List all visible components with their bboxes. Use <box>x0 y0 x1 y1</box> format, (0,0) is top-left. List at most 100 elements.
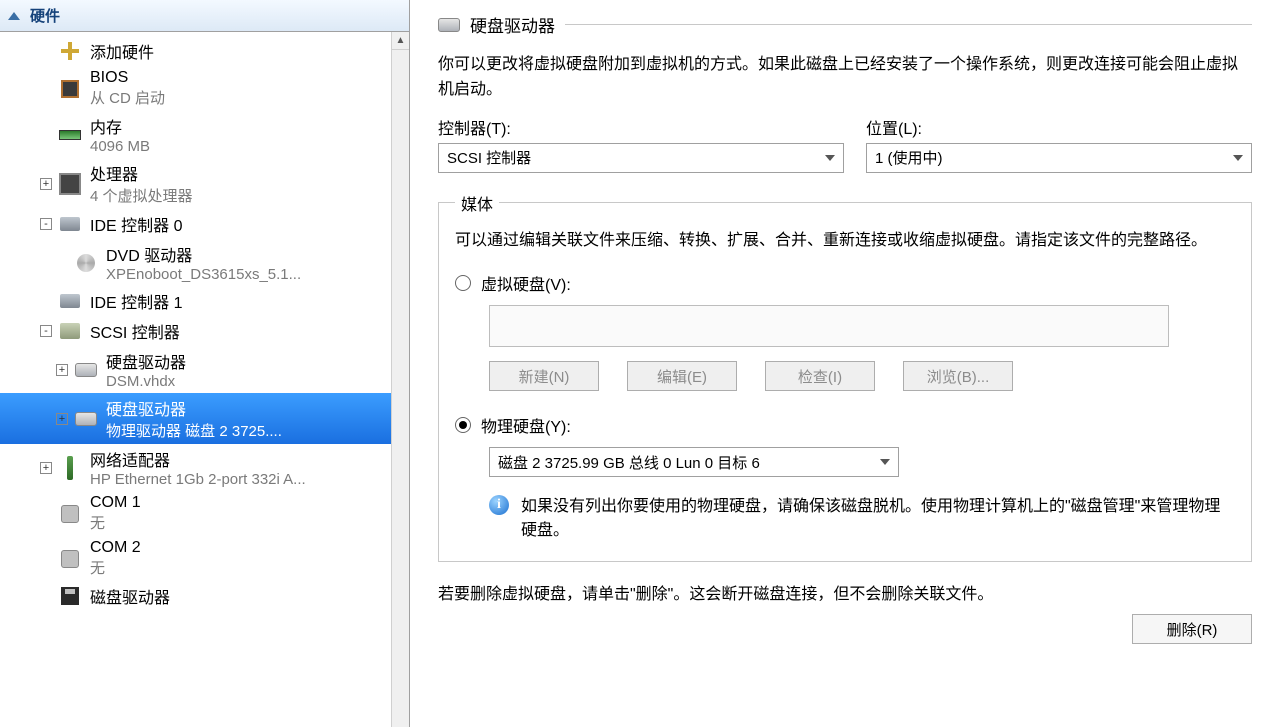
edit-button[interactable]: 编辑(E) <box>627 361 737 391</box>
vhd-path-input[interactable] <box>489 305 1169 347</box>
tree-item-4[interactable]: - IDE 控制器 0 <box>0 209 391 239</box>
tree-item-1[interactable]: BIOS从 CD 启动 <box>0 66 391 111</box>
hdd-icon <box>74 363 98 377</box>
left-panel: 硬件 添加硬件BIOS从 CD 启动内存4096 MB+处理器4 个虚拟处理器-… <box>0 0 410 727</box>
tree-item-13[interactable]: 磁盘驱动器 <box>0 581 391 611</box>
tree-item-3[interactable]: + 处理器4 个虚拟处理器 <box>0 158 391 209</box>
tree-item-sub: 物理驱动器 磁盘 2 3725.... <box>106 420 282 441</box>
tree-item-label: 处理器 <box>90 161 193 185</box>
tree-item-sub: 无 <box>90 512 141 533</box>
chip-icon <box>58 80 82 98</box>
collapse-icon[interactable] <box>8 12 20 20</box>
tree-item-2[interactable]: 内存4096 MB <box>0 111 391 158</box>
plus-icon <box>58 42 82 60</box>
scsi-icon <box>58 323 82 339</box>
tree-item-5[interactable]: DVD 驱动器XPEnoboot_DS3615xs_5.1... <box>0 239 391 286</box>
com-icon <box>58 505 82 523</box>
tree-item-label: 硬盘驱动器 <box>106 396 282 420</box>
tree-item-sub: 从 CD 启动 <box>90 87 165 108</box>
tree-item-sub: 无 <box>90 557 141 578</box>
collapse-icon[interactable]: - <box>40 325 52 337</box>
physical-radio-label: 物理硬盘(Y): <box>481 413 571 437</box>
vhd-radio-row[interactable]: 虚拟硬盘(V): <box>455 271 1235 295</box>
expand-icon[interactable]: + <box>40 178 52 190</box>
controller-label: 控制器(T): <box>438 115 844 139</box>
tree-item-10[interactable]: + 网络适配器HP Ethernet 1Gb 2-port 332i A... <box>0 444 391 491</box>
expand-icon[interactable]: + <box>40 462 52 474</box>
tree-item-label: SCSI 控制器 <box>90 319 180 343</box>
physical-radio-row[interactable]: 物理硬盘(Y): <box>455 413 1235 437</box>
tree-item-11[interactable]: COM 1无 <box>0 491 391 536</box>
tree-item-sub: 4096 MB <box>90 138 150 155</box>
tree-item-7[interactable]: - SCSI 控制器 <box>0 316 391 346</box>
floppy-icon <box>58 587 82 605</box>
tree-item-sub: XPEnoboot_DS3615xs_5.1... <box>106 266 301 283</box>
tree-item-label: 磁盘驱动器 <box>90 584 170 608</box>
info-text: 如果没有列出你要使用的物理硬盘，请确保该磁盘脱机。使用物理计算机上的"磁盘管理"… <box>521 495 1235 543</box>
physical-radio[interactable] <box>455 417 471 433</box>
tree-item-0[interactable]: 添加硬件 <box>0 36 391 66</box>
ram-icon <box>58 130 82 140</box>
tree-item-label: COM 2 <box>90 539 141 557</box>
physical-disk-select[interactable]: 磁盘 2 3725.99 GB 总线 0 Lun 0 目标 6 <box>489 447 899 477</box>
nic-icon <box>58 456 82 480</box>
tree-item-label: 硬盘驱动器 <box>106 349 186 373</box>
collapse-icon[interactable]: - <box>40 218 52 230</box>
location-select[interactable]: 1 (使用中) <box>866 143 1252 173</box>
tree-item-label: 添加硬件 <box>90 39 154 63</box>
location-value: 1 (使用中) <box>875 147 943 168</box>
chevron-down-icon <box>825 155 835 161</box>
section-description: 你可以更改将虚拟硬盘附加到虚拟机的方式。如果此磁盘上已经安装了一个操作系统，则更… <box>438 53 1252 103</box>
tree-item-label: COM 1 <box>90 494 141 512</box>
ide-icon <box>58 217 82 231</box>
chevron-down-icon <box>1233 155 1243 161</box>
tree-item-label: BIOS <box>90 69 165 87</box>
tree-item-sub: HP Ethernet 1Gb 2-port 332i A... <box>90 471 306 488</box>
media-description: 可以通过编辑关联文件来压缩、转换、扩展、合并、重新连接或收缩虚拟硬盘。请指定该文… <box>455 229 1235 254</box>
divider <box>565 24 1252 25</box>
hardware-tree: 添加硬件BIOS从 CD 启动内存4096 MB+处理器4 个虚拟处理器-IDE… <box>0 32 409 727</box>
tree-item-label: IDE 控制器 1 <box>90 289 182 313</box>
info-icon: i <box>489 495 509 515</box>
tree-item-label: IDE 控制器 0 <box>90 212 182 236</box>
cpu-icon <box>58 175 82 193</box>
section-header: 硬盘驱动器 <box>438 12 1252 37</box>
expand-icon[interactable]: + <box>56 413 68 425</box>
left-header-title: 硬件 <box>30 5 60 26</box>
media-legend: 媒体 <box>455 191 499 215</box>
tree-item-label: 网络适配器 <box>90 447 306 471</box>
delete-button[interactable]: 删除(R) <box>1132 614 1252 644</box>
location-label: 位置(L): <box>866 115 1252 139</box>
section-title: 硬盘驱动器 <box>470 12 555 37</box>
dvd-icon <box>74 254 98 272</box>
tree-scrollbar[interactable]: ▲ <box>391 32 409 727</box>
tree-item-8[interactable]: + 硬盘驱动器DSM.vhdx <box>0 346 391 393</box>
tree-item-sub: DSM.vhdx <box>106 373 186 390</box>
media-group: 媒体 可以通过编辑关联文件来压缩、转换、扩展、合并、重新连接或收缩虚拟硬盘。请指… <box>438 191 1252 563</box>
hdd-icon <box>74 412 98 426</box>
controller-select[interactable]: SCSI 控制器 <box>438 143 844 173</box>
expand-icon[interactable]: + <box>56 364 68 376</box>
tree-item-9[interactable]: + 硬盘驱动器物理驱动器 磁盘 2 3725.... <box>0 393 391 444</box>
check-button[interactable]: 检查(I) <box>765 361 875 391</box>
right-panel: 硬盘驱动器 你可以更改将虚拟硬盘附加到虚拟机的方式。如果此磁盘上已经安装了一个操… <box>410 0 1280 727</box>
tree-item-label: 内存 <box>90 114 150 138</box>
chevron-down-icon <box>880 459 890 465</box>
physical-disk-value: 磁盘 2 3725.99 GB 总线 0 Lun 0 目标 6 <box>498 452 760 473</box>
controller-value: SCSI 控制器 <box>447 147 531 168</box>
scroll-up-icon[interactable]: ▲ <box>392 32 409 50</box>
vhd-radio[interactable] <box>455 275 471 291</box>
left-panel-header[interactable]: 硬件 <box>0 0 409 32</box>
tree-item-6[interactable]: IDE 控制器 1 <box>0 286 391 316</box>
browse-button[interactable]: 浏览(B)... <box>903 361 1013 391</box>
delete-description: 若要删除虚拟硬盘，请单击"删除"。这会断开磁盘连接，但不会删除关联文件。 <box>438 580 1252 604</box>
tree-item-sub: 4 个虚拟处理器 <box>90 185 193 206</box>
tree-item-label: DVD 驱动器 <box>106 242 301 266</box>
hdd-icon <box>438 18 460 32</box>
tree-item-12[interactable]: COM 2无 <box>0 536 391 581</box>
vhd-radio-label: 虚拟硬盘(V): <box>481 271 571 295</box>
com-icon <box>58 550 82 568</box>
new-button[interactable]: 新建(N) <box>489 361 599 391</box>
ide-icon <box>58 294 82 308</box>
info-row: i 如果没有列出你要使用的物理硬盘，请确保该磁盘脱机。使用物理计算机上的"磁盘管… <box>455 495 1235 543</box>
